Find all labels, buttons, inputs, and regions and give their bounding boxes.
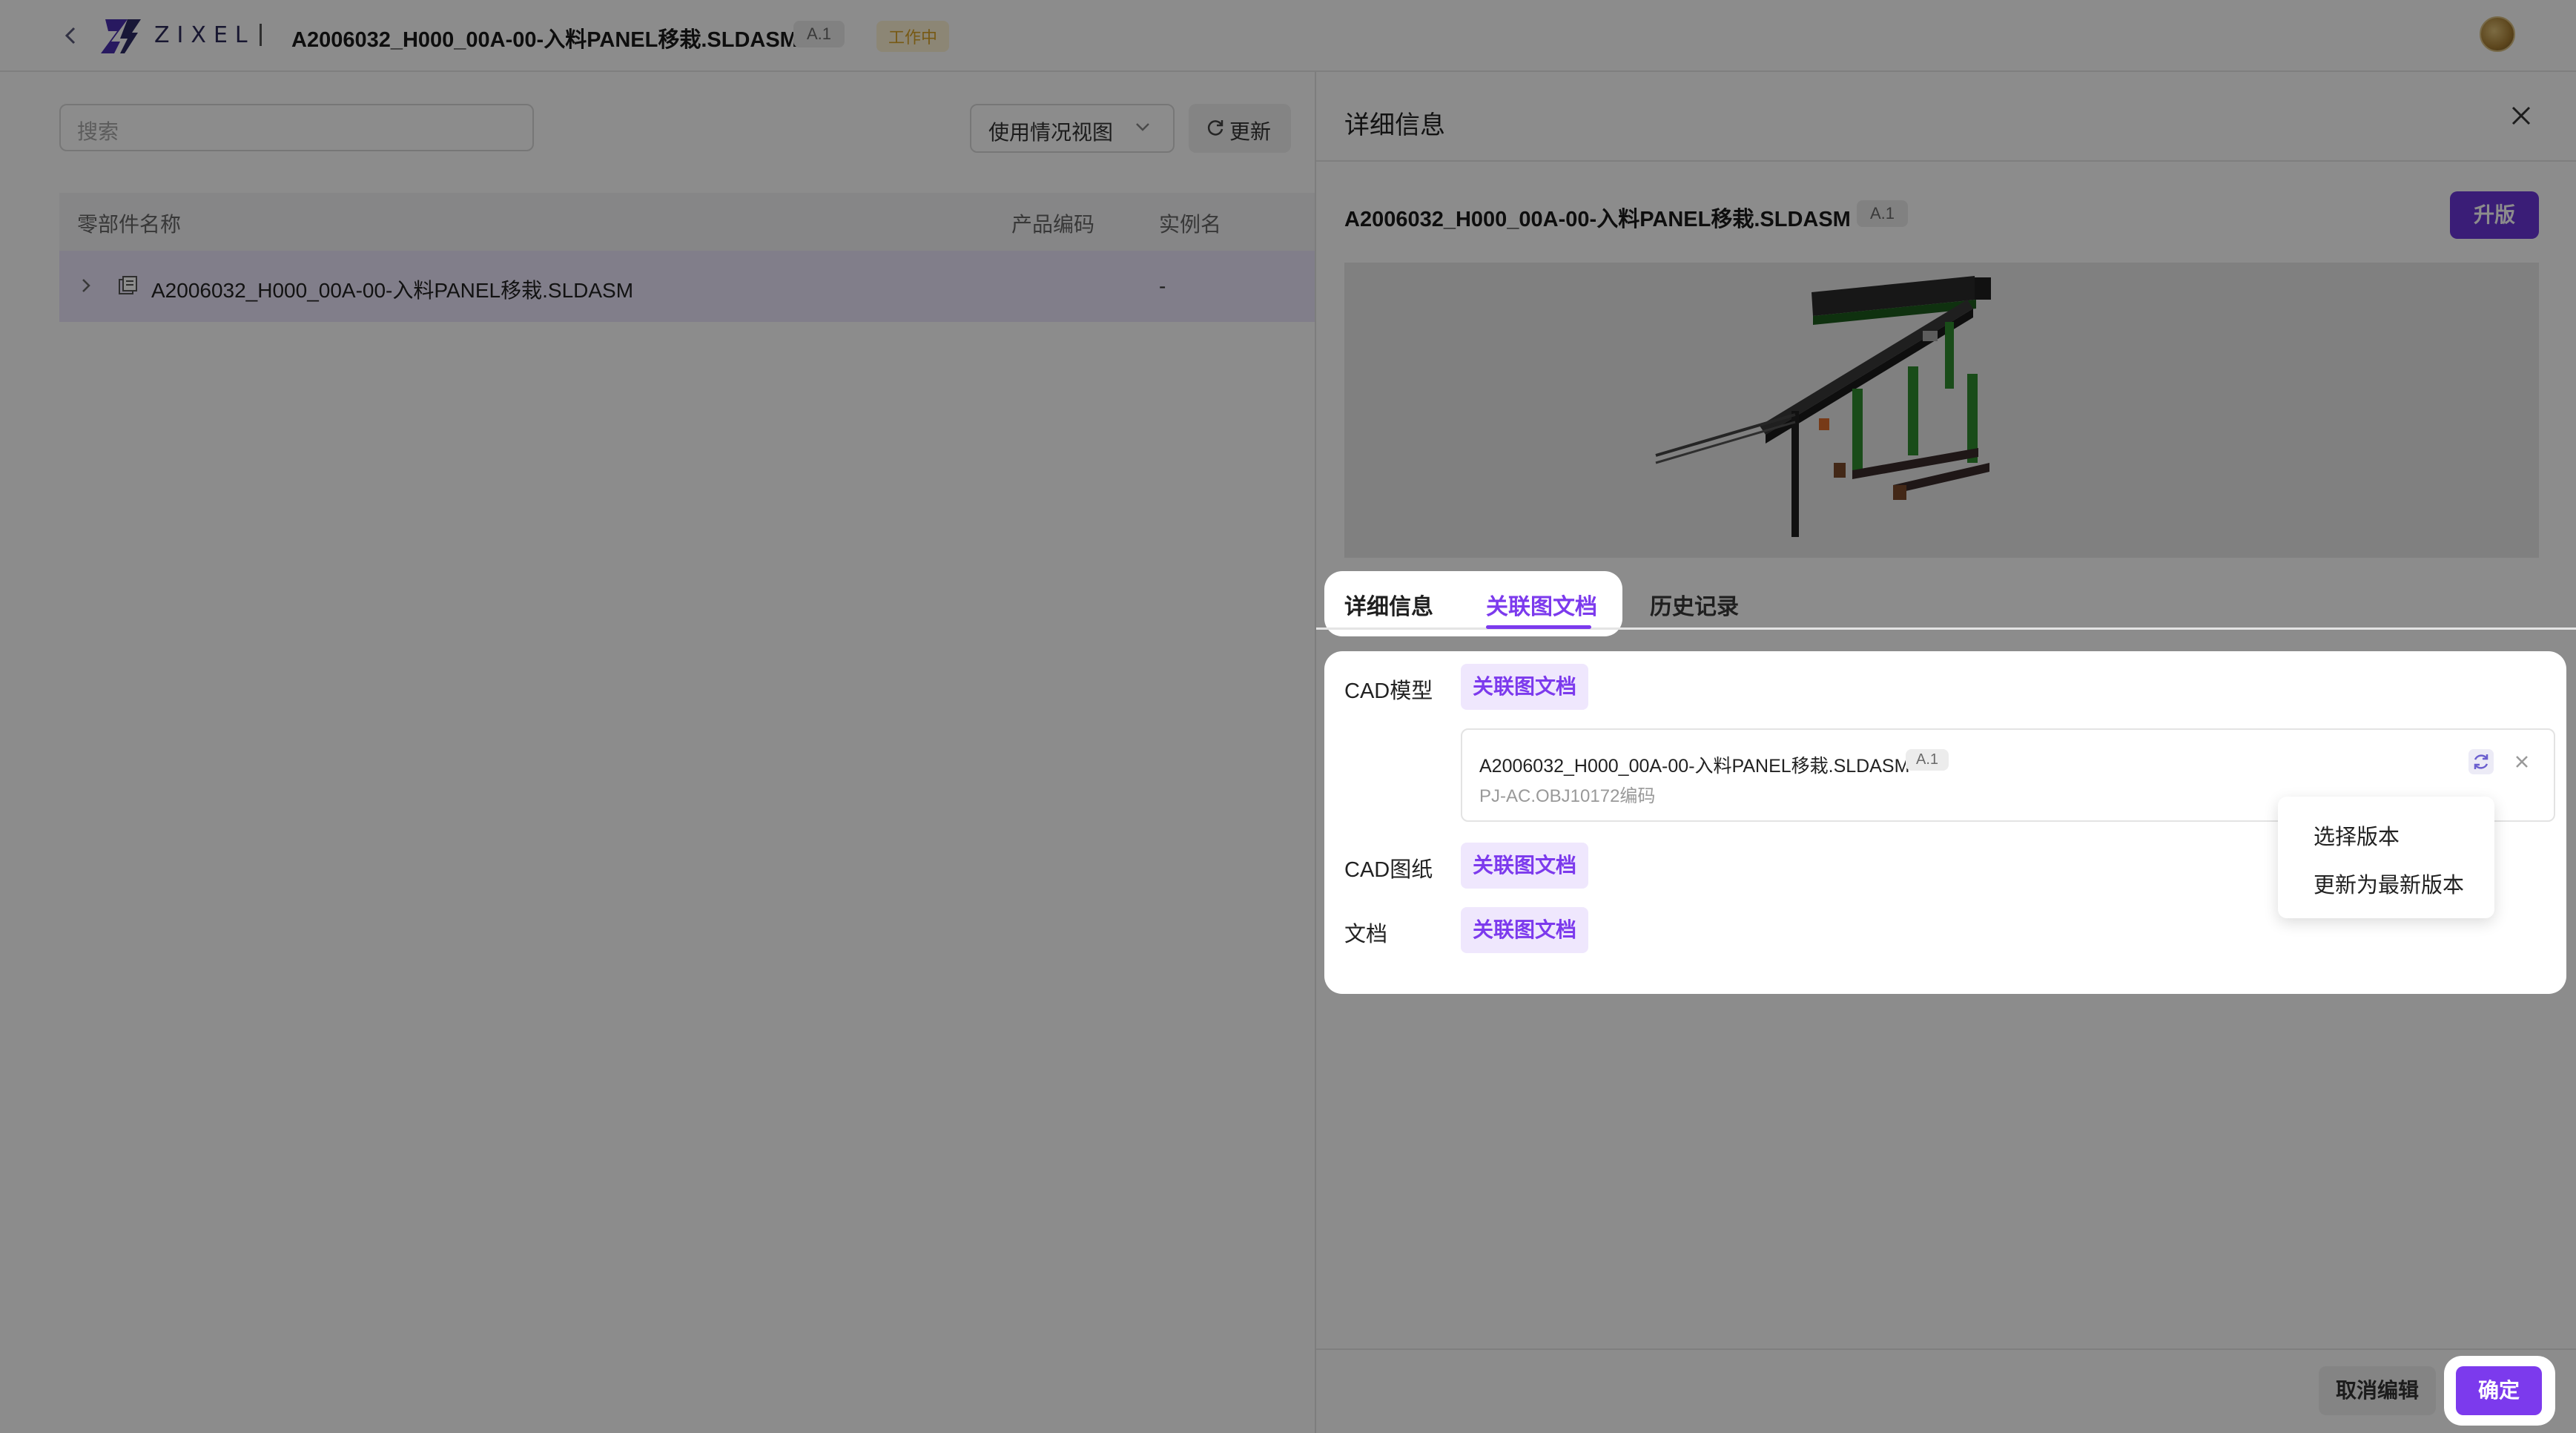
divider xyxy=(1316,160,2576,162)
linked-doc-version-badge: A.1 xyxy=(1906,749,1949,771)
version-dropdown-menu xyxy=(2278,797,2494,918)
cad-drawing-label: CAD图纸 xyxy=(1344,858,1433,882)
assembly-icon xyxy=(117,274,139,297)
upgrade-button[interactable]: 升版 xyxy=(2450,191,2539,239)
cad-model-thumbnail xyxy=(1655,276,1991,537)
cad-model-label: CAD模型 xyxy=(1344,679,1433,703)
documents-label: 文档 xyxy=(1344,923,1388,946)
zixel-logo-icon xyxy=(98,13,145,58)
footer-divider xyxy=(1316,1348,2576,1350)
menu-item-update-latest[interactable]: 更新为最新版本 xyxy=(2314,868,2464,899)
divider xyxy=(260,24,262,46)
linked-doc-name: A2006032_H000_00A-00-入料PANEL移栽.SLDASM xyxy=(1479,756,1910,777)
avatar[interactable] xyxy=(2480,16,2515,52)
tab-history[interactable]: 历史记录 xyxy=(1650,588,1739,621)
expand-chevron-icon[interactable] xyxy=(80,276,92,295)
back-icon[interactable] xyxy=(59,22,80,49)
chevron-down-icon xyxy=(1135,121,1151,133)
sync-icon xyxy=(2474,754,2489,769)
linked-doc-code: PJ-AC.OBJ10172编码 xyxy=(1479,786,1656,806)
column-header-instance: 实例名 xyxy=(1159,213,1222,236)
remove-doc-icon[interactable] xyxy=(2514,754,2530,770)
search-input[interactable] xyxy=(59,104,534,151)
panel-title: 详细信息 xyxy=(1344,111,1445,139)
menu-item-select-version[interactable]: 选择版本 xyxy=(2314,820,2400,851)
close-icon[interactable] xyxy=(2509,104,2533,128)
view-select-value: 使用情况视图 xyxy=(988,121,1114,144)
column-header-name: 零部件名称 xyxy=(77,213,182,236)
row-instance-name: - xyxy=(1159,274,1166,297)
active-tab-indicator xyxy=(1486,625,1591,629)
status-badge: 工作中 xyxy=(876,21,950,52)
version-badge: A.1 xyxy=(793,21,845,47)
sync-version-button[interactable] xyxy=(2468,749,2494,774)
model-preview[interactable] xyxy=(1344,263,2539,558)
item-name: A2006032_H000_00A-00-入料PANEL移栽.SLDASM xyxy=(1344,208,1851,231)
cad-model-link-button[interactable]: 关联图文档 xyxy=(1461,664,1589,710)
row-part-name: A2006032_H000_00A-00-入料PANEL移栽.SLDASM xyxy=(151,279,634,302)
tab-linked-docs[interactable]: 关联图文档 xyxy=(1486,588,1597,621)
cancel-edit-button[interactable]: 取消编辑 xyxy=(2319,1366,2436,1415)
table-header xyxy=(59,193,1315,251)
tab-detail-info[interactable]: 详细信息 xyxy=(1344,588,1433,621)
documents-link-button[interactable]: 关联图文档 xyxy=(1461,907,1589,953)
document-title: A2006032_H000_00A-00-入料PANEL移栽.SLDASM xyxy=(291,28,798,52)
confirm-button[interactable]: 确定 xyxy=(2456,1366,2542,1415)
logo-text: ZIXEL xyxy=(154,22,255,48)
column-header-product-code: 产品编码 xyxy=(1011,213,1095,236)
search-placeholder: 搜索 xyxy=(77,120,119,143)
refresh-icon xyxy=(1206,118,1225,137)
refresh-label: 更新 xyxy=(1229,120,1272,143)
item-version-badge: A.1 xyxy=(1857,200,1909,227)
cad-drawing-link-button[interactable]: 关联图文档 xyxy=(1461,843,1589,889)
